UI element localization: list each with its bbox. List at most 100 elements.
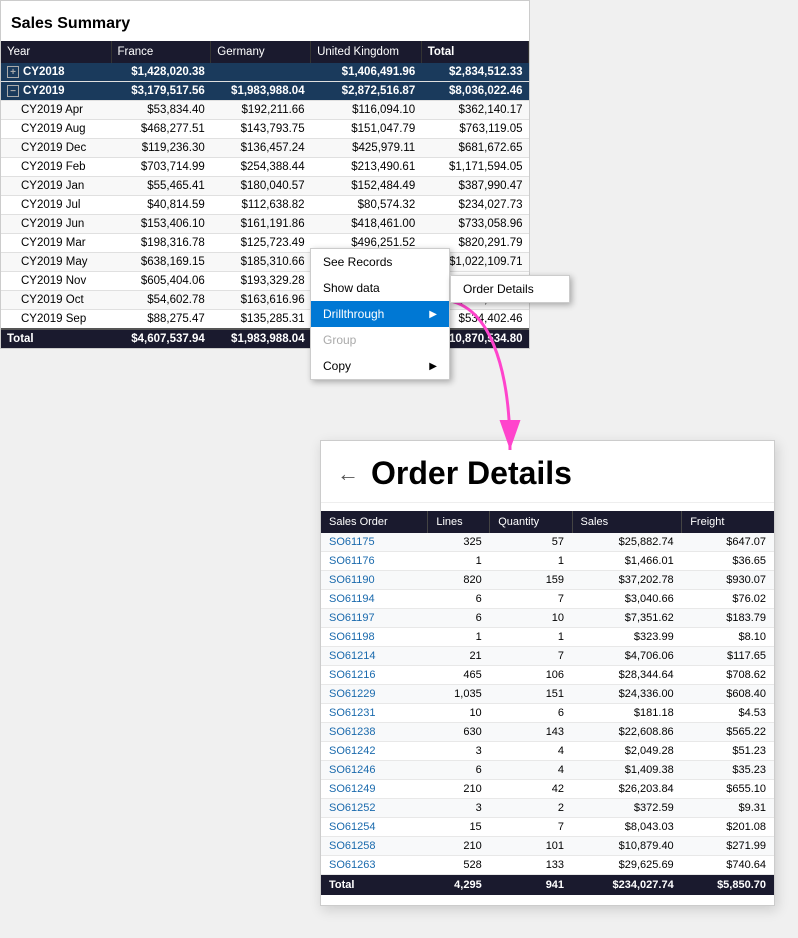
row-france: $3,179,517.56: [111, 82, 211, 101]
row-uk: $116,094.10: [311, 101, 422, 120]
od-footer-freight: $5,850.70: [682, 875, 774, 896]
od-freight: $4.53: [682, 704, 774, 723]
order-details-row[interactable]: SO61238 630 143 $22,608.86 $565.22: [321, 723, 774, 742]
row-germany: $136,457.24: [211, 139, 311, 158]
od-freight: $271.99: [682, 837, 774, 856]
od-sales: $1,466.01: [572, 552, 682, 571]
order-details-row[interactable]: SO61258 210 101 $10,879.40 $271.99: [321, 837, 774, 856]
order-details-row[interactable]: SO61252 3 2 $372.59 $9.31: [321, 799, 774, 818]
row-year-label: CY2019 Jan: [1, 177, 111, 196]
row-total: $2,834,512.33: [421, 63, 528, 82]
sales-table-row[interactable]: −CY2019 $3,179,517.56 $1,983,988.04 $2,8…: [1, 82, 529, 101]
order-details-row[interactable]: SO61176 1 1 $1,466.01 $36.65: [321, 552, 774, 571]
od-order: SO61198: [321, 628, 428, 647]
drillthrough-submenu: Order Details: [450, 275, 570, 303]
row-year-label: CY2019 Jun: [1, 215, 111, 234]
od-order: SO61254: [321, 818, 428, 837]
row-france: $1,428,020.38: [111, 63, 211, 82]
order-details-row[interactable]: SO61231 10 6 $181.18 $4.53: [321, 704, 774, 723]
od-order: SO61252: [321, 799, 428, 818]
context-menu-show-data[interactable]: Show data: [311, 275, 449, 301]
od-lines: 1: [428, 552, 490, 571]
sales-table-row[interactable]: +CY2018 $1,428,020.38 $1,406,491.96 $2,8…: [1, 63, 529, 82]
od-freight: $51.23: [682, 742, 774, 761]
footer-france: $4,607,537.94: [111, 329, 211, 348]
expand-icon[interactable]: −: [7, 85, 19, 97]
sales-table-row[interactable]: CY2019 Feb $703,714.99 $254,388.44 $213,…: [1, 158, 529, 177]
copy-arrow-icon: ▶: [429, 361, 437, 372]
context-menu-see-records[interactable]: See Records: [311, 249, 449, 275]
row-uk: $2,872,516.87: [311, 82, 422, 101]
order-details-row[interactable]: SO61216 465 106 $28,344.64 $708.62: [321, 666, 774, 685]
od-order: SO61175: [321, 533, 428, 552]
od-order: SO61214: [321, 647, 428, 666]
row-germany: $254,388.44: [211, 158, 311, 177]
row-year-label: CY2019 Sep: [1, 310, 111, 330]
sales-table-row[interactable]: CY2019 Jun $153,406.10 $161,191.86 $418,…: [1, 215, 529, 234]
context-menu-copy[interactable]: Copy ▶: [311, 353, 449, 379]
od-lines: 210: [428, 780, 490, 799]
row-total: $733,058.96: [421, 215, 528, 234]
od-order: SO61216: [321, 666, 428, 685]
od-order: SO61229: [321, 685, 428, 704]
od-order: SO61242: [321, 742, 428, 761]
order-details-row[interactable]: SO61175 325 57 $25,882.74 $647.07: [321, 533, 774, 552]
order-details-row[interactable]: SO61194 6 7 $3,040.66 $76.02: [321, 590, 774, 609]
order-details-row[interactable]: SO61214 21 7 $4,706.06 $117.65: [321, 647, 774, 666]
row-uk: $151,047.79: [311, 120, 422, 139]
order-details-row[interactable]: SO61229 1,035 151 $24,336.00 $608.40: [321, 685, 774, 704]
order-details-row[interactable]: SO61197 6 10 $7,351.62 $183.79: [321, 609, 774, 628]
row-uk: $425,979.11: [311, 139, 422, 158]
order-details-row[interactable]: SO61190 820 159 $37,202.78 $930.07: [321, 571, 774, 590]
row-year-label: CY2019 Jul: [1, 196, 111, 215]
order-details-row[interactable]: SO61249 210 42 $26,203.84 $655.10: [321, 780, 774, 799]
od-lines: 21: [428, 647, 490, 666]
order-details-row[interactable]: SO61198 1 1 $323.99 $8.10: [321, 628, 774, 647]
od-freight: $608.40: [682, 685, 774, 704]
row-uk: $80,574.32: [311, 196, 422, 215]
od-col-order: Sales Order: [321, 511, 428, 533]
od-lines: 210: [428, 837, 490, 856]
sales-summary-title: Sales Summary: [1, 11, 529, 41]
od-freight: $117.65: [682, 647, 774, 666]
row-year-label: CY2019 Aug: [1, 120, 111, 139]
od-sales: $28,344.64: [572, 666, 682, 685]
sales-table-row[interactable]: CY2019 Jan $55,465.41 $180,040.57 $152,4…: [1, 177, 529, 196]
row-total: $234,027.73: [421, 196, 528, 215]
row-uk: $152,484.49: [311, 177, 422, 196]
od-quantity: 42: [490, 780, 572, 799]
od-order: SO61246: [321, 761, 428, 780]
row-year-label: CY2019 May: [1, 253, 111, 272]
back-icon[interactable]: ←: [337, 461, 359, 487]
od-sales: $181.18: [572, 704, 682, 723]
od-quantity: 7: [490, 647, 572, 666]
od-quantity: 1: [490, 552, 572, 571]
row-germany: $185,310.66: [211, 253, 311, 272]
row-germany: $112,638.82: [211, 196, 311, 215]
od-quantity: 4: [490, 742, 572, 761]
row-year-label: CY2019 Feb: [1, 158, 111, 177]
od-quantity: 10: [490, 609, 572, 628]
expand-icon[interactable]: +: [7, 66, 19, 78]
od-sales: $4,706.06: [572, 647, 682, 666]
od-order: SO61176: [321, 552, 428, 571]
order-details-row[interactable]: SO61254 15 7 $8,043.03 $201.08: [321, 818, 774, 837]
row-total: $387,990.47: [421, 177, 528, 196]
context-menu: See Records Show data Drillthrough ▶ Gro…: [310, 248, 450, 380]
drillthrough-order-details[interactable]: Order Details: [451, 276, 569, 302]
od-sales: $323.99: [572, 628, 682, 647]
order-details-row[interactable]: SO61263 528 133 $29,625.69 $740.64: [321, 856, 774, 875]
sales-table-row[interactable]: CY2019 Apr $53,834.40 $192,211.66 $116,0…: [1, 101, 529, 120]
order-details-row[interactable]: SO61242 3 4 $2,049.28 $51.23: [321, 742, 774, 761]
od-col-lines: Lines: [428, 511, 490, 533]
sales-table-row[interactable]: CY2019 Aug $468,277.51 $143,793.75 $151,…: [1, 120, 529, 139]
row-total: $362,140.17: [421, 101, 528, 120]
row-france: $88,275.47: [111, 310, 211, 330]
od-lines: 465: [428, 666, 490, 685]
od-freight: $35.23: [682, 761, 774, 780]
order-details-row[interactable]: SO61246 6 4 $1,409.38 $35.23: [321, 761, 774, 780]
row-year-label: CY2019 Apr: [1, 101, 111, 120]
context-menu-drillthrough[interactable]: Drillthrough ▶: [311, 301, 449, 327]
sales-table-row[interactable]: CY2019 Jul $40,814.59 $112,638.82 $80,57…: [1, 196, 529, 215]
sales-table-row[interactable]: CY2019 Dec $119,236.30 $136,457.24 $425,…: [1, 139, 529, 158]
